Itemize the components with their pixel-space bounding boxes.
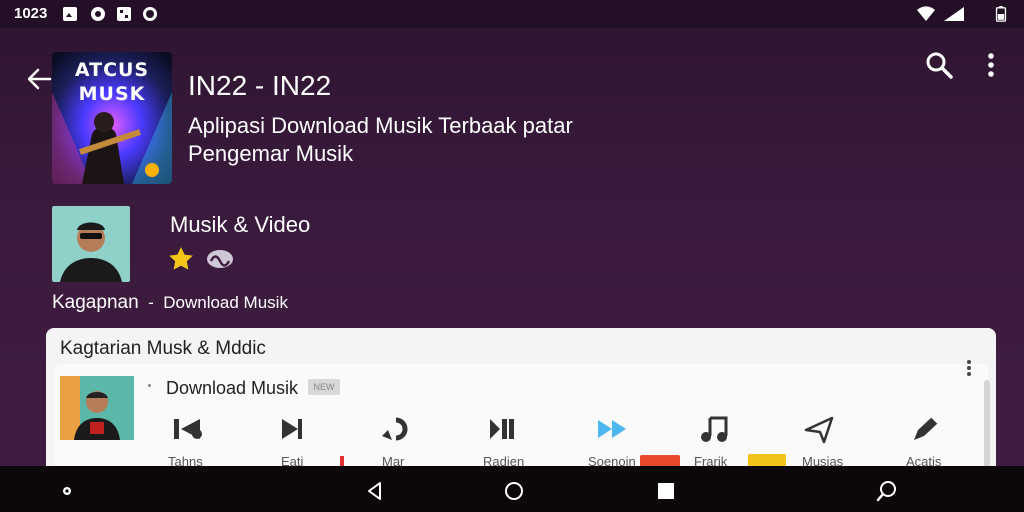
share-icon[interactable] [802,414,838,444]
scrollbar[interactable] [984,380,990,478]
status-time: 1023 [14,5,48,22]
home-circle-icon[interactable] [503,480,525,502]
breadcrumb-left[interactable]: Kagapnan [52,292,139,313]
track-dot [148,384,151,387]
track-thumbnail[interactable] [60,376,134,440]
breadcrumb: Kagapnan - Download Musik [52,292,288,314]
wave-icon[interactable] [206,248,234,270]
more-vert-icon[interactable] [980,50,1002,80]
category-title: Musik & Video [170,212,311,237]
edit-icon[interactable] [908,414,944,444]
back-triangle-icon[interactable] [364,480,386,502]
breadcrumb-right[interactable]: Download Musik [163,293,288,312]
wifi-icon [917,6,935,22]
card-title: Kagtarian Musk & Mddic [60,338,266,359]
star-icon[interactable] [168,246,194,272]
fast-forward-icon[interactable] [594,414,630,444]
settings-icon [91,7,105,21]
assistant-icon[interactable] [876,480,898,502]
breadcrumb-separator: - [148,293,154,312]
search-icon[interactable] [924,50,954,80]
qr-icon [117,7,131,21]
battery-icon [995,6,1007,22]
image-icon [63,7,77,21]
dot-icon [63,487,71,495]
music-note-icon[interactable] [698,414,734,444]
video-thumbnail[interactable] [52,206,130,282]
status-bar: 1023 [0,0,1024,28]
more-vert-icon[interactable] [964,358,974,378]
album-art-text: ATCUS MUSK [74,59,150,105]
page-subtitle: Aplipasi Download Musik Terbaak patar Pe… [188,113,573,166]
signal-icon [944,7,964,21]
recents-square-icon[interactable] [655,480,677,502]
page-title: IN22 - IN22 [188,70,332,101]
rewind-icon[interactable] [170,414,206,444]
pause-icon[interactable] [484,414,520,444]
back-arrow-icon[interactable] [24,64,54,94]
repeat-icon[interactable] [376,414,412,444]
track-badge: NEW [308,379,340,395]
track-label[interactable]: Download Musik [166,378,298,399]
circle-icon [143,7,157,21]
skip-next-icon[interactable] [276,414,312,444]
